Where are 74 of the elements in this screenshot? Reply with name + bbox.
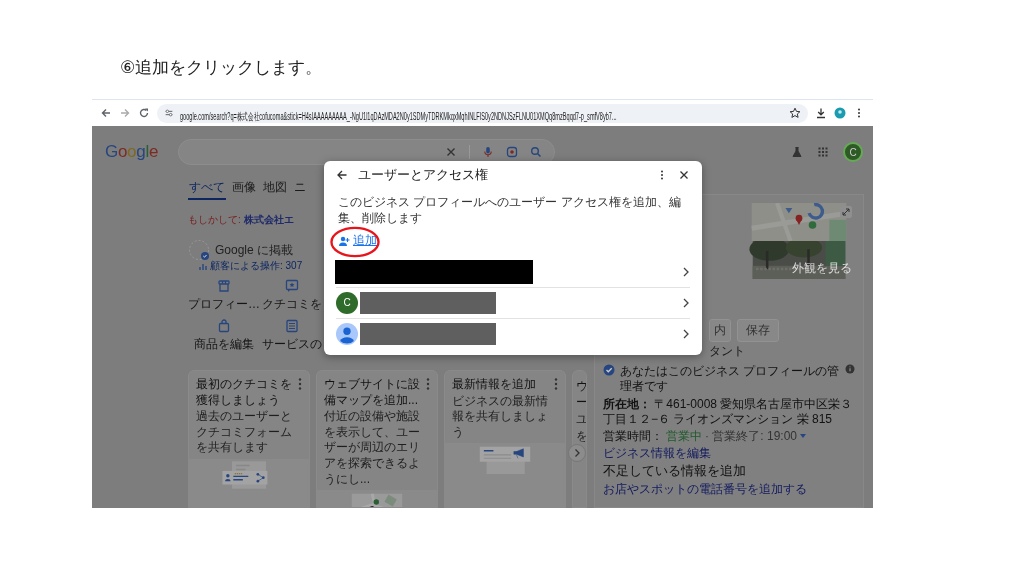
- chevron-right-icon[interactable]: [682, 327, 690, 340]
- site-settings-icon[interactable]: [164, 108, 174, 118]
- did-you-mean-label: もしかして:: [188, 214, 241, 225]
- reload-icon[interactable]: [138, 107, 150, 119]
- address-bar[interactable]: google.com/search?q=株式会社cofucoma&stick=H4sIAAAAAAAAA_-NgU1l1qDAzMDA2N0y1SDMyTDRKMkqxMqhINLFIS0y2NDNJSzFLNU01XMQq8mzBqqd7-p_smfV8yb7...: [157, 103, 808, 123]
- card-title: 最新情報を追加: [452, 377, 536, 393]
- search-tab[interactable]: 画像: [231, 178, 257, 200]
- card-description: 過去のユーザーとクチコミフォームを共有します: [196, 409, 293, 456]
- assistant-text: タント: [709, 344, 745, 360]
- bookmark-star-icon[interactable]: [789, 107, 801, 119]
- chevron-right-icon[interactable]: [682, 265, 690, 278]
- edit-business-link[interactable]: ビジネス情報を編集: [603, 445, 855, 461]
- owner-notice: あなたはこのビジネス プロフィールの管理者です: [620, 363, 840, 395]
- card-title: ウェブサイトに設備マップを追加...: [324, 377, 421, 409]
- card-description: 付近の設備や施設を表示して、ユーザーが周辺のエリアを探索できるようにし...: [324, 409, 421, 488]
- dialog-description: このビジネス プロフィールへのユーザー アクセス権を追加、編集、削除します: [337, 194, 682, 227]
- bar-chart-icon: [198, 261, 208, 271]
- list-icon[interactable]: [285, 319, 299, 333]
- profile-title: Google に掲載: [215, 241, 294, 259]
- store-icon[interactable]: [217, 279, 231, 293]
- default-avatar-icon: [336, 322, 358, 345]
- hours-label: 営業時間：: [603, 428, 663, 444]
- microphone-icon[interactable]: [482, 146, 494, 158]
- download-icon[interactable]: [815, 107, 827, 119]
- closing-time-dropdown[interactable]: · 営業終了: 19:00: [705, 428, 798, 444]
- suggestion-card[interactable]: 最新情報を追加 ビジネスの最新情報を共有しましょう: [444, 370, 566, 508]
- card-title: 最初のクチコミを獲得しましょう: [196, 377, 293, 409]
- verified-badge-icon: [603, 363, 615, 376]
- search-tab[interactable]: ニ: [293, 178, 307, 200]
- missing-info-heading: 不足している情報を追加: [603, 463, 747, 479]
- forward-icon[interactable]: [119, 107, 131, 119]
- dialog-title: ユーザーとアクセス権: [358, 166, 489, 184]
- clear-icon[interactable]: [445, 146, 457, 158]
- close-icon[interactable]: [678, 169, 690, 181]
- profile-icon[interactable]: [834, 107, 846, 119]
- camera-search-icon[interactable]: [506, 146, 518, 158]
- google-logo[interactable]: Google: [105, 142, 165, 162]
- action-label[interactable]: プロフィー…: [188, 296, 260, 313]
- search-icon[interactable]: [530, 146, 542, 158]
- action-label[interactable]: 商品を編集: [194, 336, 254, 353]
- search-tab[interactable]: 地図: [262, 178, 288, 200]
- verified-profile-icon: [188, 239, 210, 261]
- search-tab[interactable]: すべて: [188, 178, 226, 200]
- action-label[interactable]: サービスの: [262, 336, 322, 353]
- add-phone-link[interactable]: お店やスポットの電話番号を追加する: [603, 481, 855, 497]
- user-avatar: C: [336, 291, 358, 314]
- panel-button[interactable]: 内: [709, 319, 731, 342]
- street-view-label[interactable]: 外観を見る: [792, 260, 852, 277]
- expand-icon[interactable]: [840, 206, 852, 218]
- panel-button[interactable]: 保存: [737, 319, 779, 342]
- back-icon[interactable]: [100, 107, 112, 119]
- suggestion-link[interactable]: 株式会社エ: [243, 214, 294, 225]
- action-label[interactable]: クチコミを: [262, 296, 322, 313]
- person-add-icon: [338, 234, 350, 247]
- suggestion-card[interactable]: 最初のクチコミを獲得しましょう 過去のユーザーとクチコミフォームを共有します: [188, 370, 310, 508]
- url-text: google.com/search?q=株式会社cofucoma&stick=H4sIAAAAAAAAA_-NgU1l1qDAzMDA2N0y1SDMyTDRKMkqxMqhINLFIS0y2NDNJSzFLNU01XMQq8mzBqqd7-p_smfV8yb7...: [180, 110, 617, 124]
- account-avatar[interactable]: C: [843, 142, 863, 162]
- suggestion-card[interactable]: ウェブサイトに設備マップを追加... 付近の設備や施設を表示して、ユーザーが周辺のエリアを探索できるようにし...: [316, 370, 438, 508]
- card-description: ビジネスの最新情報を共有しましょう: [452, 393, 549, 441]
- address-text: 所在地： 〒461-0008 愛知県名古屋市中区栄３丁目１２−６ ライオンズマンション 栄 815: [603, 396, 854, 427]
- open-status: 営業中: [666, 428, 702, 444]
- flask-icon[interactable]: [791, 146, 803, 158]
- carousel-next-button[interactable]: [568, 444, 586, 462]
- instruction-text: ⑥追加をクリックします。: [119, 57, 324, 79]
- review-bubble-icon[interactable]: [285, 279, 299, 293]
- shopping-bag-icon[interactable]: [217, 319, 231, 333]
- apps-grid-icon[interactable]: [817, 146, 829, 158]
- user-row[interactable]: C: [336, 286, 690, 318]
- chevron-right-icon[interactable]: [682, 296, 690, 309]
- info-icon[interactable]: [845, 363, 855, 374]
- back-arrow-icon[interactable]: [336, 169, 348, 181]
- customer-actions-link[interactable]: 顧客による操作: 307: [210, 259, 303, 273]
- search-field[interactable]: [178, 139, 555, 165]
- caret-icon[interactable]: [800, 434, 807, 439]
